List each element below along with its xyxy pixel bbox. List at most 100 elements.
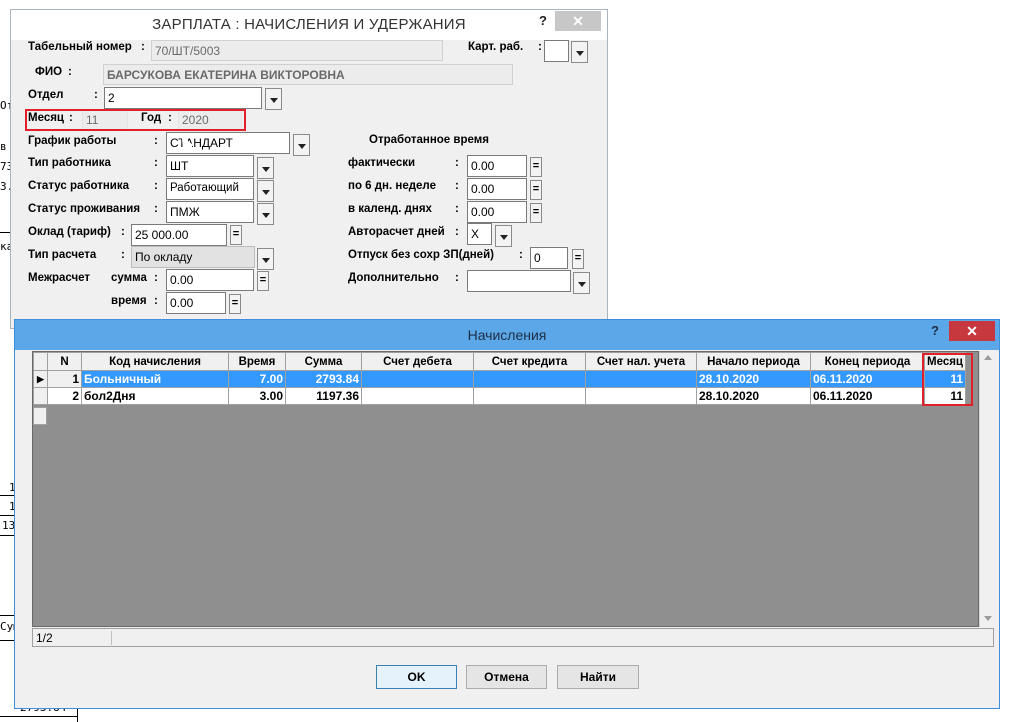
highlight-box <box>25 109 246 131</box>
status-bar: 1/2 <box>32 628 994 647</box>
cancel-button[interactable]: Отмена <box>466 665 547 689</box>
table-row[interactable]: ▶ 1 Больничный 7.00 2793.84 28.10.2020 0… <box>33 370 966 388</box>
close-button[interactable]: ✕ <box>949 321 995 341</box>
department-dropdown-button[interactable] <box>265 88 282 110</box>
colon: : <box>455 226 459 238</box>
cell-credit[interactable] <box>473 370 586 388</box>
help-button[interactable]: ? <box>539 13 547 28</box>
scroll-up-icon[interactable] <box>984 355 992 360</box>
column-header-end[interactable]: Конец периода <box>810 352 925 371</box>
table-header-row: N Код начисления Время Сумма Счет дебета… <box>33 352 966 371</box>
help-button[interactable]: ? <box>931 323 939 338</box>
column-header-code[interactable]: Код начисления <box>81 352 229 371</box>
additional-dropdown-button[interactable] <box>573 272 590 294</box>
cell-credit[interactable] <box>473 387 586 405</box>
worker-type-dropdown-button[interactable] <box>257 157 274 179</box>
residence-status-field[interactable]: ПМЖ <box>166 201 254 223</box>
six-day-calc-button[interactable]: = <box>530 180 542 200</box>
cell-tax-account[interactable] <box>585 370 697 388</box>
column-header-n[interactable]: N <box>47 352 82 371</box>
actual-calc-button[interactable]: = <box>530 157 542 177</box>
column-header-debit[interactable]: Счет дебета <box>361 352 474 371</box>
intercalc-time-label: время <box>111 295 147 307</box>
calc-type-field[interactable]: По окладу <box>131 246 255 268</box>
row-header-gutter <box>33 426 47 626</box>
cell-tax-account[interactable] <box>585 387 697 405</box>
colon: : <box>154 272 158 284</box>
cell-n[interactable]: 1 <box>47 370 82 388</box>
column-header-time[interactable]: Время <box>228 352 286 371</box>
worker-type-label: Тип работника <box>28 157 111 169</box>
corner-header <box>33 352 48 371</box>
cell-debit[interactable] <box>361 370 474 388</box>
close-button[interactable]: ✕ <box>555 11 601 31</box>
tab-number-label: Табельный номер <box>28 41 132 53</box>
find-button[interactable]: Найти <box>557 665 639 689</box>
auto-days-field[interactable]: X <box>467 223 492 245</box>
worker-type-field[interactable]: ШТ <box>166 155 254 177</box>
card-field[interactable] <box>544 40 569 62</box>
table-row[interactable]: 2 бол2Дня 3.00 1197.36 28.10.2020 06.11.… <box>33 387 966 405</box>
title-bar[interactable]: ЗАРПЛАТА : НАЧИСЛЕНИЯ И УДЕРЖАНИЯ ? ✕ <box>11 10 607 40</box>
new-row-indicator[interactable] <box>33 407 47 425</box>
worked-time-title: Отработанное время <box>369 134 489 146</box>
cell-time[interactable]: 7.00 <box>228 370 286 388</box>
unpaid-leave-field[interactable]: 0 <box>530 247 568 269</box>
cell-sum[interactable]: 2793.84 <box>285 370 362 388</box>
vertical-scrollbar[interactable] <box>979 351 994 627</box>
worker-status-label: Статус работника <box>28 180 130 192</box>
cell-sum[interactable]: 1197.36 <box>285 387 362 405</box>
ok-button[interactable]: OK <box>376 665 457 689</box>
worker-status-field[interactable]: Работающий <box>166 178 254 200</box>
cell-end[interactable]: 06.11.2020 <box>810 370 925 388</box>
fio-label: ФИО <box>35 66 63 78</box>
calendar-days-field[interactable]: 0.00 <box>467 201 527 223</box>
colon: : <box>455 272 459 284</box>
intercalc-sum-field[interactable]: 0.00 <box>166 269 254 291</box>
schedule-dropdown-button[interactable] <box>293 134 310 156</box>
calendar-days-calc-button[interactable]: = <box>530 203 542 223</box>
title-bar[interactable]: Начисления ? ✕ <box>15 320 999 350</box>
scroll-down-icon[interactable] <box>984 616 992 621</box>
accruals-table: N Код начисления Время Сумма Счет дебета… <box>33 352 966 405</box>
auto-days-dropdown-button[interactable] <box>495 225 512 247</box>
cell-code[interactable]: бол2Дня <box>81 387 229 405</box>
column-header-credit[interactable]: Счет кредита <box>473 352 586 371</box>
column-header-tax-account[interactable]: Счет нал. учета <box>585 352 697 371</box>
cell-time[interactable]: 3.00 <box>228 387 286 405</box>
additional-label: Дополнительно <box>348 272 439 284</box>
fio-field[interactable]: БАРСУКОВА ЕКАТЕРИНА ВИКТОРОВНА <box>103 64 513 85</box>
worker-status-dropdown-button[interactable] <box>257 180 274 202</box>
intercalc-time-field[interactable]: 0.00 <box>166 292 226 314</box>
tab-number-field[interactable]: 70/ШТ/5003 <box>151 40 443 61</box>
calc-type-label: Тип расчета <box>28 249 97 261</box>
accruals-grid[interactable]: N Код начисления Время Сумма Счет дебета… <box>32 351 979 627</box>
six-day-field[interactable]: 0.00 <box>467 178 527 200</box>
colon: : <box>94 89 98 101</box>
intercalc-time-calc-button[interactable]: = <box>229 294 241 314</box>
residence-status-label: Статус проживания <box>28 203 141 215</box>
salary-calc-button[interactable]: = <box>230 225 242 245</box>
additional-field[interactable] <box>467 270 571 292</box>
column-header-sum[interactable]: Сумма <box>285 352 362 371</box>
cell-code[interactable]: Больничный <box>81 370 229 388</box>
intercalc-sum-calc-button[interactable]: = <box>257 271 269 291</box>
cell-n[interactable]: 2 <box>47 387 82 405</box>
department-field[interactable]: 2 <box>104 87 262 109</box>
column-header-start[interactable]: Начало периода <box>696 352 811 371</box>
salary-field[interactable]: 25 000.00 <box>131 224 227 246</box>
card-dropdown-button[interactable] <box>571 41 588 63</box>
actual-field[interactable]: 0.00 <box>467 155 527 177</box>
auto-days-label: Авторасчет дней <box>348 226 445 238</box>
row-indicator-icon <box>33 387 48 405</box>
cell-start[interactable]: 28.10.2020 <box>696 370 811 388</box>
residence-status-dropdown-button[interactable] <box>257 203 274 225</box>
department-label: Отдел <box>28 89 64 101</box>
calc-type-dropdown-button[interactable] <box>257 248 274 270</box>
cell-start[interactable]: 28.10.2020 <box>696 387 811 405</box>
unpaid-leave-calc-button[interactable]: = <box>572 249 584 269</box>
intercalc-label: Межрасчет <box>28 272 91 284</box>
bg-divider <box>0 716 78 717</box>
cell-debit[interactable] <box>361 387 474 405</box>
cell-end[interactable]: 06.11.2020 <box>810 387 925 405</box>
